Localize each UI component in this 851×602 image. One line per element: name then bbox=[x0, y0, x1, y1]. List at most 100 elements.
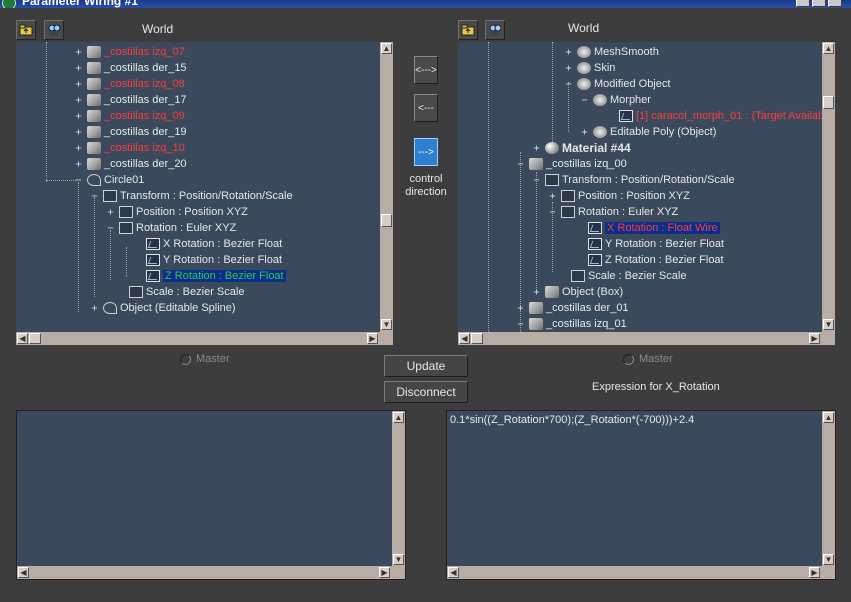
expand-icon[interactable]: + bbox=[106, 207, 115, 217]
left-folder-up-button[interactable] bbox=[16, 20, 36, 40]
collapse-icon[interactable]: − bbox=[564, 79, 573, 89]
tree-node[interactable]: + Material #44 bbox=[532, 140, 630, 156]
left-find-button[interactable] bbox=[44, 20, 64, 40]
scroll-thumb[interactable] bbox=[471, 333, 483, 344]
expand-icon[interactable]: + bbox=[74, 63, 83, 73]
left-expr-hscroll[interactable]: ◀ ▶ bbox=[17, 566, 405, 579]
scroll-thumb[interactable] bbox=[823, 96, 834, 109]
tree-node[interactable]: [1] caracol_morph_01 : (Target Available… bbox=[606, 108, 822, 124]
expand-icon[interactable]: + bbox=[74, 127, 83, 137]
scroll-thumb[interactable] bbox=[29, 333, 41, 344]
tree-node[interactable]: + _costillas izq_07 bbox=[74, 44, 185, 60]
right-find-button[interactable] bbox=[485, 20, 505, 40]
tree-node[interactable]: − _costillas izq_01 bbox=[516, 316, 627, 332]
scroll-down-icon[interactable]: ▼ bbox=[381, 319, 392, 330]
tree-node[interactable]: Scale : Bezier Scale bbox=[116, 284, 244, 300]
scroll-left-icon[interactable]: ◀ bbox=[459, 333, 470, 344]
expand-icon[interactable]: + bbox=[532, 287, 541, 297]
scroll-right-icon[interactable]: ▶ bbox=[367, 333, 378, 344]
expand-icon[interactable]: + bbox=[74, 111, 83, 121]
tree-node[interactable]: + Editable Poly (Object) bbox=[580, 124, 716, 140]
right-folder-up-button[interactable] bbox=[458, 20, 478, 40]
tree-node[interactable]: − Rotation : Euler XYZ bbox=[548, 204, 678, 220]
tree-node[interactable]: − Circle01 bbox=[74, 172, 144, 188]
tree-node[interactable]: + _costillas der_20 bbox=[74, 156, 187, 172]
scroll-up-icon[interactable]: ▲ bbox=[823, 412, 834, 423]
right-tree-view[interactable]: + MeshSmooth + Skin − Modified Object − Morpher… bbox=[458, 42, 822, 332]
tree-node[interactable]: X Rotation : Float Wire bbox=[575, 220, 720, 236]
tree-node[interactable]: + Object (Box) bbox=[532, 284, 623, 300]
tree-node[interactable]: + _costillas izq_08 bbox=[74, 76, 185, 92]
scroll-down-icon[interactable]: ▼ bbox=[393, 554, 404, 565]
scroll-right-icon[interactable]: ▶ bbox=[809, 333, 820, 344]
collapse-icon[interactable]: − bbox=[516, 319, 525, 329]
close-button[interactable] bbox=[828, 0, 842, 7]
expand-icon[interactable]: + bbox=[516, 303, 525, 313]
tree-node[interactable]: + MeshSmooth bbox=[564, 44, 659, 60]
left-tree-hscroll[interactable]: ◀ ▶ bbox=[16, 332, 393, 345]
collapse-icon[interactable]: − bbox=[516, 159, 525, 169]
tree-node[interactable]: Scale : Bezier Scale bbox=[558, 268, 686, 284]
scroll-left-icon[interactable]: ◀ bbox=[18, 567, 29, 578]
tree-node[interactable]: + Skin bbox=[564, 60, 615, 76]
expand-icon[interactable]: + bbox=[74, 79, 83, 89]
right-controls-left-button[interactable]: <--- bbox=[414, 94, 438, 122]
collapse-icon[interactable]: − bbox=[532, 175, 541, 185]
tree-node[interactable]: + _costillas der_15 bbox=[74, 60, 187, 76]
right-expression-textarea[interactable]: 0.1*sin((Z_Rotation*700);(Z_Rotation*(-7… bbox=[446, 410, 836, 580]
scroll-up-icon[interactable]: ▲ bbox=[823, 43, 834, 54]
scroll-left-icon[interactable]: ◀ bbox=[17, 333, 28, 344]
right-expr-hscroll[interactable]: ◀ ▶ bbox=[447, 566, 835, 579]
scroll-up-icon[interactable]: ▲ bbox=[381, 43, 392, 54]
right-tree-hscroll[interactable]: ◀ ▶ bbox=[458, 332, 835, 345]
maximize-button[interactable] bbox=[812, 0, 826, 7]
tree-node[interactable]: − Transform : Position/Rotation/Scale bbox=[532, 172, 735, 188]
tree-node[interactable]: Y Rotation : Bezier Float bbox=[133, 252, 282, 268]
tree-node[interactable]: − _costillas izq_00 bbox=[516, 156, 627, 172]
left-master-radio[interactable]: Master bbox=[180, 353, 230, 365]
left-tree-vscroll[interactable]: ▲ ▼ bbox=[380, 42, 393, 332]
scroll-right-icon[interactable]: ▶ bbox=[809, 567, 820, 578]
left-expr-vscroll[interactable]: ▲ ▼ bbox=[392, 411, 405, 579]
tree-node[interactable]: + Position : Position XYZ bbox=[106, 204, 248, 220]
tree-node[interactable]: − Transform : Position/Rotation/Scale bbox=[90, 188, 293, 204]
minimize-button[interactable] bbox=[796, 0, 810, 7]
expand-icon[interactable]: + bbox=[564, 63, 573, 73]
tree-node[interactable]: Z Rotation : Bezier Float bbox=[575, 252, 724, 268]
expand-icon[interactable]: + bbox=[532, 143, 541, 153]
tree-node[interactable]: + _costillas der_17 bbox=[74, 92, 187, 108]
expand-icon[interactable]: + bbox=[74, 95, 83, 105]
tree-node[interactable]: + _costillas izq_09 bbox=[74, 108, 185, 124]
two-way-connection-button[interactable]: <---> bbox=[414, 56, 438, 84]
collapse-icon[interactable]: − bbox=[106, 223, 115, 233]
left-expression-textarea[interactable]: ▲ ▼ ◀ ▶ bbox=[16, 410, 406, 580]
tree-node[interactable]: Z Rotation : Bezier Float bbox=[133, 268, 286, 284]
scroll-thumb[interactable] bbox=[381, 214, 392, 227]
tree-node[interactable]: + _costillas der_19 bbox=[74, 124, 187, 140]
expand-icon[interactable]: + bbox=[580, 127, 589, 137]
tree-node[interactable]: Y Rotation : Bezier Float bbox=[575, 236, 724, 252]
update-button[interactable]: Update bbox=[384, 355, 468, 377]
tree-node[interactable]: − Modified Object bbox=[564, 76, 670, 92]
tree-node[interactable]: X Rotation : Bezier Float bbox=[133, 236, 282, 252]
expand-icon[interactable]: + bbox=[74, 143, 83, 153]
tree-node[interactable]: − Morpher bbox=[580, 92, 651, 108]
collapse-icon[interactable]: − bbox=[548, 207, 557, 217]
scroll-down-icon[interactable]: ▼ bbox=[823, 319, 834, 330]
scroll-down-icon[interactable]: ▼ bbox=[823, 554, 834, 565]
left-controls-right-button[interactable]: ---> bbox=[414, 138, 438, 166]
tree-node[interactable]: + _costillas der_01 bbox=[516, 300, 629, 316]
expand-icon[interactable]: + bbox=[548, 191, 557, 201]
right-expr-vscroll[interactable]: ▲ ▼ bbox=[822, 411, 835, 579]
expand-icon[interactable]: + bbox=[90, 303, 99, 313]
right-master-radio[interactable]: Master bbox=[623, 353, 673, 365]
collapse-icon[interactable]: − bbox=[90, 191, 99, 201]
tree-node[interactable]: − Rotation : Euler XYZ bbox=[106, 220, 236, 236]
collapse-icon[interactable]: − bbox=[580, 95, 589, 105]
scroll-left-icon[interactable]: ◀ bbox=[448, 567, 459, 578]
scroll-right-icon[interactable]: ▶ bbox=[379, 567, 390, 578]
expand-icon[interactable]: + bbox=[564, 47, 573, 57]
expand-icon[interactable]: + bbox=[74, 47, 83, 57]
expand-icon[interactable]: + bbox=[74, 159, 83, 169]
collapse-icon[interactable]: − bbox=[74, 175, 83, 185]
